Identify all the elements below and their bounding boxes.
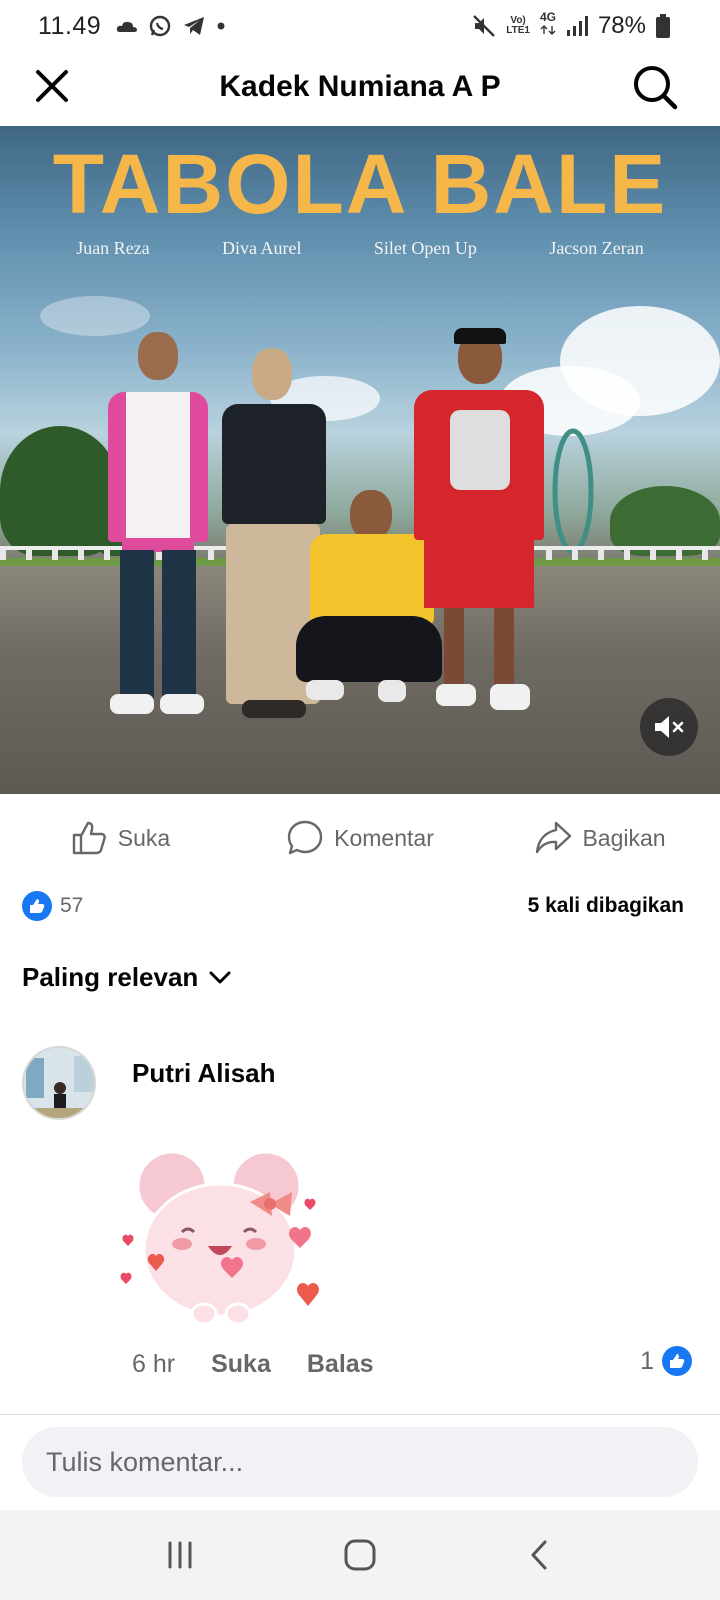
comment-label: Komentar	[334, 824, 434, 851]
status-time: 11.49	[38, 12, 102, 40]
speaker-muted-icon	[655, 716, 684, 738]
system-navigation-bar	[0, 1510, 720, 1600]
volte-indicator: Vo) LTE1	[506, 15, 530, 36]
chevron-down-icon	[209, 971, 231, 983]
recent-apps-button[interactable]	[150, 1525, 210, 1585]
comment-button[interactable]: Komentar	[240, 794, 480, 882]
mute-status-icon	[473, 15, 496, 37]
comment-sort-dropdown[interactable]: Paling relevan	[22, 962, 232, 993]
comment-like-button[interactable]: Suka	[211, 1350, 271, 1379]
comment-reaction-count[interactable]: 1	[640, 1346, 692, 1376]
avatar-photo	[24, 1048, 94, 1118]
like-reaction-icon	[662, 1346, 692, 1376]
back-chevron-icon	[531, 1540, 547, 1570]
cloud-notification-icon	[116, 21, 137, 32]
artist-name: Juan Reza	[76, 238, 150, 258]
status-bar: 11.49 Vo) LTE1 4G 78%	[0, 0, 720, 52]
data-arrows-icon	[540, 25, 556, 35]
share-arrow-icon	[536, 821, 572, 854]
artist-list: Juan Reza Diva Aurel Silet Open Up Jacso…	[0, 238, 720, 259]
search-button[interactable]	[632, 64, 678, 110]
comment-bubble-icon	[287, 820, 323, 855]
comment-meta: 6 hr Suka Balas	[132, 1350, 374, 1379]
close-icon	[36, 70, 68, 102]
bear-sticker-image	[120, 1150, 319, 1326]
home-icon	[344, 1539, 376, 1571]
home-button[interactable]	[330, 1525, 390, 1585]
page-title: Kadek Numiana A P	[219, 70, 501, 103]
whatsapp-icon	[149, 15, 171, 37]
post-actions: Suka Komentar Bagikan	[0, 794, 720, 882]
status-notification-icons	[116, 14, 226, 38]
close-button[interactable]	[32, 66, 72, 106]
comment-like-count: 1	[640, 1346, 654, 1375]
battery-percent: 78%	[597, 12, 646, 39]
person-4	[414, 328, 544, 728]
comment-composer	[0, 1414, 720, 1510]
like-reaction-icon	[22, 891, 52, 921]
post-stats: 57 5 kali dibagikan	[22, 888, 684, 924]
status-right: Vo) LTE1 4G 78%	[472, 11, 670, 40]
signal-icon	[566, 16, 588, 36]
like-button[interactable]: Suka	[0, 794, 240, 882]
comment-time: 6 hr	[132, 1350, 176, 1378]
thumbs-up-icon	[72, 821, 106, 855]
back-button[interactable]	[510, 1525, 570, 1585]
network-type: 4G	[540, 11, 556, 40]
mute-toggle-button[interactable]	[640, 698, 698, 756]
sort-label: Paling relevan	[22, 962, 199, 992]
share-button[interactable]: Bagikan	[480, 794, 720, 882]
video-player[interactable]: TABOLA BALE Juan Reza Diva Aurel Silet O…	[0, 126, 720, 794]
comment-reply-button[interactable]: Balas	[307, 1350, 374, 1379]
avatar[interactable]	[22, 1046, 96, 1120]
battery-icon	[656, 14, 670, 38]
comment-author[interactable]: Putri Alisah	[132, 1058, 276, 1089]
artist-name: Silet Open Up	[373, 238, 477, 258]
video-title-overlay: TABOLA BALE	[52, 137, 668, 231]
ferris-wheel	[552, 428, 594, 554]
comment-input[interactable]	[22, 1427, 698, 1497]
like-count: 57	[60, 894, 84, 917]
post-header: Kadek Numiana A P	[0, 52, 720, 126]
telegram-icon	[184, 17, 204, 35]
artist-name: Jacson Zeran	[549, 238, 644, 258]
share-count[interactable]: 5 kali dibagikan	[528, 894, 684, 918]
artist-name: Diva Aurel	[222, 238, 302, 258]
like-label: Suka	[117, 824, 171, 851]
dot-icon	[217, 22, 225, 30]
person-1	[108, 332, 208, 722]
recent-apps-icon	[168, 1541, 192, 1569]
reaction-summary[interactable]: 57	[22, 891, 83, 921]
cloud	[40, 296, 150, 336]
search-icon	[634, 66, 678, 110]
share-label: Bagikan	[582, 824, 666, 851]
